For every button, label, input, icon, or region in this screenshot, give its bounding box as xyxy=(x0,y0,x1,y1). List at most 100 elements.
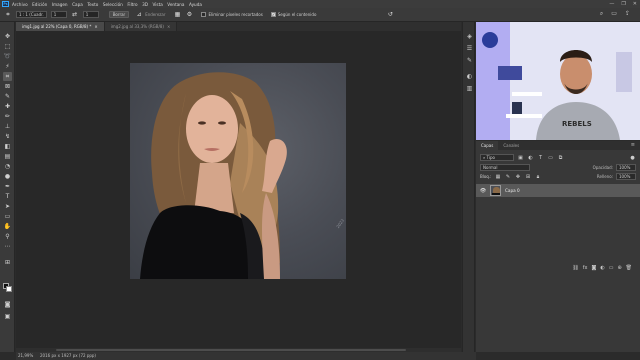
new-layer-icon[interactable]: ⊕ xyxy=(617,265,621,271)
settings-gear-icon[interactable]: ⚙ xyxy=(185,11,193,19)
gradient-tool-icon[interactable]: ▤ xyxy=(3,152,12,161)
zoom-tool-icon[interactable]: ⚲ xyxy=(3,232,12,241)
tab-img2[interactable]: img2.jpg al 33,3% (RGB/8) × xyxy=(104,22,178,31)
fill-input[interactable]: 100% xyxy=(616,173,636,180)
ratio-select[interactable]: 1 : 1 (Cuadr. xyxy=(16,11,47,18)
history-panel-icon[interactable]: ◈ xyxy=(465,32,474,41)
shape-filter-icon[interactable]: ▭ xyxy=(547,154,554,161)
lasso-tool-icon[interactable]: ➰ xyxy=(3,52,12,61)
layer-name[interactable]: Capa 0 xyxy=(505,188,520,193)
smart-object-filter-icon[interactable]: ⧉ xyxy=(557,154,564,161)
document-canvas[interactable]: 2023 xyxy=(130,63,346,279)
background-color-swatch[interactable] xyxy=(6,286,12,292)
content-aware-checkbox[interactable]: ✓ Según el contenido xyxy=(270,12,316,17)
height-input[interactable]: 1 xyxy=(82,11,99,18)
pixel-filter-icon[interactable]: ▣ xyxy=(517,154,524,161)
straighten-icon[interactable]: ⊿ xyxy=(135,11,143,19)
delete-layer-icon[interactable]: 🗑︎ xyxy=(626,265,632,271)
properties-panel-icon[interactable]: ☰ xyxy=(465,44,474,53)
blur-tool-icon[interactable]: ◔ xyxy=(3,162,12,171)
adjustment-filter-icon[interactable]: ◐ xyxy=(527,154,534,161)
crop-tool-icon[interactable]: ⌗ xyxy=(4,11,12,19)
menu-imagen[interactable]: Imagen xyxy=(52,2,68,7)
checkbox-box[interactable] xyxy=(201,12,207,17)
menu-texto[interactable]: Texto xyxy=(87,2,98,7)
menu-seleccion[interactable]: Selección xyxy=(103,2,123,7)
tab-img1[interactable]: img1.jpg al 22% (Capa 0, RGB/8) * × xyxy=(16,22,105,31)
close-window-button[interactable]: ✕ xyxy=(633,1,637,7)
lock-pixels-icon[interactable]: ▦ xyxy=(494,173,501,180)
hand-tool-icon[interactable]: ✋ xyxy=(3,222,12,231)
canvas-area[interactable]: 2023 xyxy=(16,31,461,352)
marquee-tool-icon[interactable]: ⬚ xyxy=(3,42,12,51)
zoom-level[interactable]: 21,99% xyxy=(18,352,40,360)
brush-panel-icon[interactable]: ✎ xyxy=(465,56,474,65)
type-filter-icon[interactable]: T xyxy=(537,154,544,161)
menu-3d[interactable]: 3D xyxy=(142,2,148,7)
new-group-icon[interactable]: ▭ xyxy=(609,265,614,271)
close-icon[interactable]: × xyxy=(167,24,170,29)
brush-tool-icon[interactable]: ✏ xyxy=(3,112,12,121)
rectangle-tool-icon[interactable]: ▭ xyxy=(3,212,12,221)
menu-archivo[interactable]: Archivo xyxy=(12,2,28,7)
adjustments-panel-icon[interactable]: ◐ xyxy=(465,72,474,81)
clone-stamp-tool-icon[interactable]: ⊥ xyxy=(3,122,12,131)
search-icon[interactable]: ⌕ xyxy=(600,10,603,18)
checkbox-box-checked[interactable]: ✓ xyxy=(270,12,276,17)
link-layers-icon[interactable]: ⛓ xyxy=(572,265,578,271)
swap-icon[interactable]: ⇄ xyxy=(71,11,79,19)
menu-capa[interactable]: Capa xyxy=(72,2,83,7)
visibility-eye-icon[interactable]: 👁︎ xyxy=(479,188,487,194)
lock-artboard-icon[interactable]: ⊞ xyxy=(524,173,531,180)
close-icon[interactable]: × xyxy=(94,24,97,29)
menu-ventana[interactable]: Ventana xyxy=(167,2,184,7)
pen-tool-icon[interactable]: ✒ xyxy=(3,182,12,191)
libraries-panel-icon[interactable]: ▥ xyxy=(465,84,474,93)
menu-ayuda[interactable]: Ayuda xyxy=(189,2,202,7)
blend-mode-select[interactable]: Normal xyxy=(480,164,530,171)
move-tool-icon[interactable]: ✥ xyxy=(3,32,12,41)
straighten-label[interactable]: Enderezar xyxy=(145,12,165,17)
scrollbar-thumb[interactable] xyxy=(56,349,406,351)
dodge-tool-icon[interactable]: ● xyxy=(3,172,12,181)
magic-wand-tool-icon[interactable]: ⚡ xyxy=(3,62,12,71)
add-mask-icon[interactable]: ◙ xyxy=(591,265,596,271)
menu-edicion[interactable]: Edición xyxy=(32,2,47,7)
tab-canales[interactable]: Canales xyxy=(498,141,524,150)
minimize-button[interactable]: — xyxy=(609,1,614,7)
delete-cropped-checkbox[interactable]: Eliminar píxeles recortados xyxy=(201,12,263,17)
screen-mode-icon[interactable]: ▣ xyxy=(3,312,12,321)
lock-all-icon[interactable]: 🔒︎ xyxy=(534,173,541,180)
lock-position-icon[interactable]: ✥ xyxy=(514,173,521,180)
history-brush-tool-icon[interactable]: ↯ xyxy=(3,132,12,141)
reset-icon[interactable]: ↺ xyxy=(386,11,394,19)
more-tools-icon[interactable]: ⋯ xyxy=(3,242,12,251)
layer-style-icon[interactable]: fx xyxy=(583,265,588,271)
path-selection-tool-icon[interactable]: ➤ xyxy=(3,202,12,211)
opacity-input[interactable]: 100% xyxy=(616,164,636,171)
tab-capas[interactable]: Capas xyxy=(476,141,499,150)
layer-row[interactable]: 👁︎ Capa 0 xyxy=(476,184,640,197)
lock-paint-icon[interactable]: ✎ xyxy=(504,173,511,180)
clear-button[interactable]: Borrar xyxy=(108,11,130,18)
eyedropper-tool-icon[interactable]: ✎ xyxy=(3,92,12,101)
crop-tool-active-icon[interactable]: ⌗ xyxy=(3,72,12,81)
overlay-grid-icon[interactable]: ▦ xyxy=(173,11,181,19)
maximize-button[interactable]: ❐ xyxy=(621,1,625,7)
quick-mask-icon[interactable]: ◙ xyxy=(3,300,12,309)
share-icon[interactable]: ⇪ xyxy=(625,10,630,18)
adjustment-layer-icon[interactable]: ◐ xyxy=(600,265,604,271)
panel-menu-icon[interactable]: ≡ xyxy=(631,142,635,148)
width-input[interactable]: 1 xyxy=(50,11,67,18)
edit-toolbar-icon[interactable]: ⊞ xyxy=(3,258,12,267)
layer-filter-select[interactable]: ⌕ Tipo xyxy=(480,154,514,161)
eraser-tool-icon[interactable]: ◧ xyxy=(3,142,12,151)
filter-toggle-icon[interactable]: ● xyxy=(629,154,636,161)
document-size[interactable]: 2016 px x 1927 px (72 ppp) xyxy=(40,352,96,360)
frame-tool-icon[interactable]: ⊠ xyxy=(3,82,12,91)
menu-vista[interactable]: Vista xyxy=(152,2,162,7)
healing-brush-tool-icon[interactable]: ✚ xyxy=(3,102,12,111)
workspace-icon[interactable]: ▭ xyxy=(611,10,617,18)
type-tool-icon[interactable]: T xyxy=(3,192,12,201)
menu-filtro[interactable]: Filtro xyxy=(127,2,137,7)
